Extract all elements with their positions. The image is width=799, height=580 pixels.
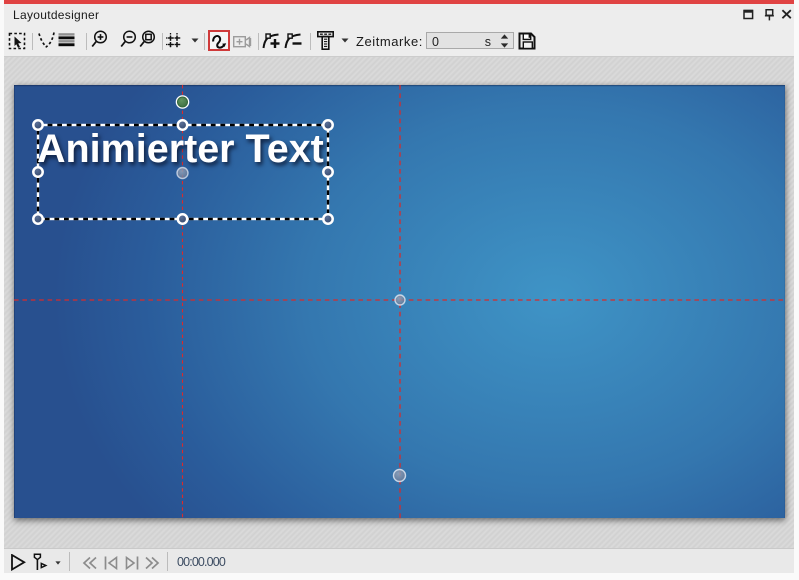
svg-text:Animierter Text: Animierter Text [37,127,324,171]
